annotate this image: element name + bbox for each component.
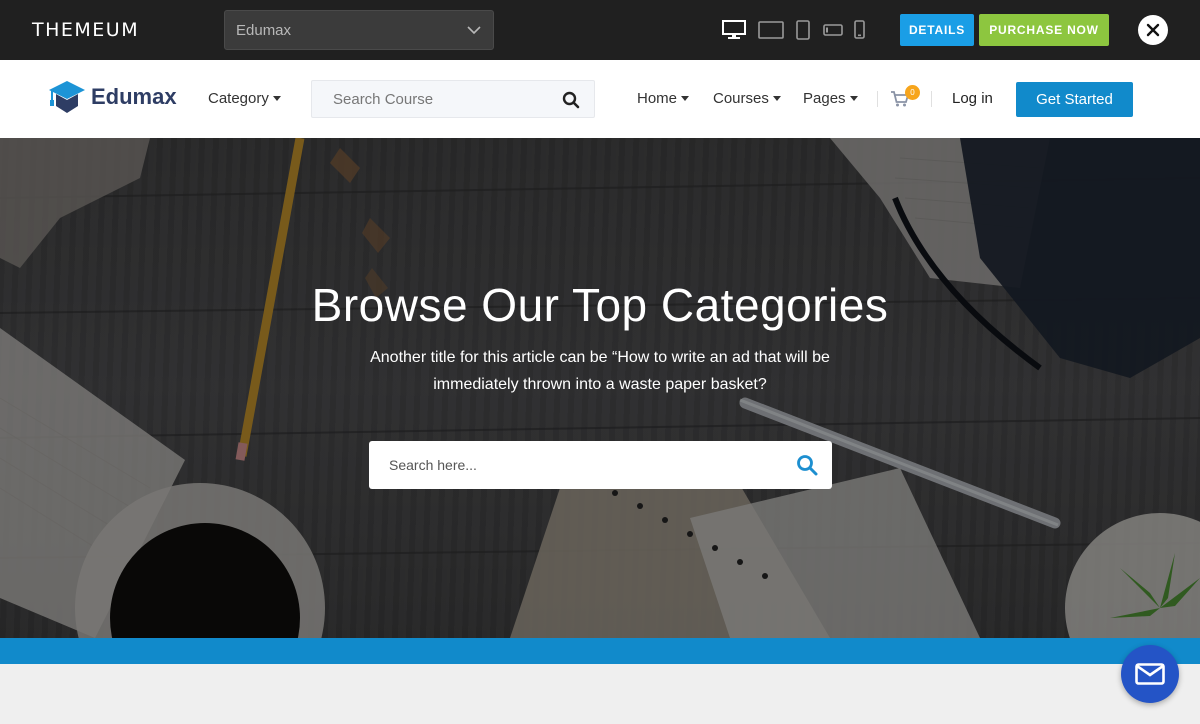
preview-topbar: THEMEUM Edumax DETAILS PURCHASE NOW: [0, 0, 1200, 60]
caret-down-icon: [772, 96, 781, 101]
section-divider-band: [0, 638, 1200, 664]
chevron-down-icon: [467, 26, 481, 35]
site-logo[interactable]: Edumax: [47, 79, 177, 115]
tablet-landscape-icon[interactable]: [758, 21, 784, 39]
nav-divider: [877, 91, 878, 107]
category-dropdown[interactable]: Category: [208, 90, 281, 107]
phone-portrait-icon[interactable]: [854, 20, 865, 39]
close-icon: [1146, 23, 1160, 37]
course-search-input[interactable]: [312, 81, 542, 117]
message-button[interactable]: [1121, 645, 1179, 703]
nav-courses[interactable]: Courses: [713, 90, 781, 107]
hero-section: Browse Our Top Categories Another title …: [0, 138, 1200, 638]
category-label: Category: [208, 90, 269, 107]
theme-select[interactable]: Edumax: [224, 10, 494, 50]
purchase-now-button[interactable]: PURCHASE NOW: [979, 14, 1109, 46]
phone-landscape-icon[interactable]: [823, 24, 843, 36]
hero-title: Browse Our Top Categories: [311, 279, 889, 331]
site-header: Edumax Category Home Courses Pages 0 Log…: [0, 60, 1200, 138]
nav-courses-label: Courses: [713, 90, 769, 107]
details-button[interactable]: DETAILS: [900, 14, 974, 46]
hero-subtitle: Another title for this article can be “H…: [370, 349, 830, 393]
theme-select-value: Edumax: [236, 22, 292, 39]
caret-down-icon: [849, 96, 858, 101]
caret-down-icon: [272, 96, 281, 101]
content-area: [0, 664, 1200, 724]
close-button[interactable]: [1138, 15, 1168, 45]
get-started-button[interactable]: Get Started: [1016, 82, 1133, 117]
graduation-cap-icon: [49, 81, 85, 113]
search-icon[interactable]: [796, 454, 818, 476]
login-link[interactable]: Log in: [952, 90, 993, 107]
nav-home-label: Home: [637, 90, 678, 107]
hero-search-input[interactable]: [369, 441, 769, 489]
envelope-icon: [1135, 663, 1165, 685]
caret-down-icon: [681, 96, 690, 101]
nav-pages[interactable]: Pages: [803, 90, 858, 107]
tablet-portrait-icon[interactable]: [796, 20, 810, 40]
search-icon[interactable]: [562, 91, 580, 109]
desktop-icon[interactable]: [722, 20, 746, 40]
hero-search: [369, 441, 832, 489]
nav-divider: [931, 91, 932, 107]
themeum-brand[interactable]: THEMEUM: [32, 19, 139, 41]
logo-text: Edumax: [91, 84, 177, 109]
course-search: [311, 80, 595, 118]
nav-home[interactable]: Home: [637, 90, 690, 107]
cart-count-badge: 0: [905, 85, 920, 100]
nav-pages-label: Pages: [803, 90, 846, 107]
